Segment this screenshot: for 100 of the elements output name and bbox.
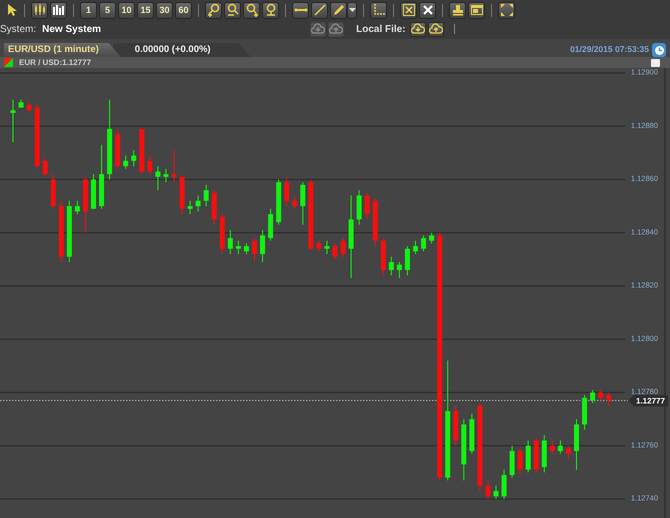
candlestick <box>502 469 507 500</box>
candlestick <box>590 389 596 404</box>
cloud-upload-icon <box>428 23 443 35</box>
clock-button[interactable] <box>652 43 666 57</box>
diagonal-line-button[interactable] <box>311 2 328 18</box>
zoom-out-icon <box>226 3 240 17</box>
candlestick <box>10 99 16 143</box>
candlestick <box>236 240 241 255</box>
candlestick <box>74 200 80 215</box>
candlestick <box>123 155 128 170</box>
candlestick <box>404 246 410 276</box>
zoom-reset-button[interactable] <box>262 2 279 18</box>
candlestick <box>131 150 136 167</box>
fullscreen-button[interactable] <box>498 2 515 18</box>
candlestick <box>284 176 290 207</box>
candlestick <box>340 238 346 258</box>
symbol-price-label: EUR / USD:1.12777 <box>19 58 92 67</box>
chart-tab[interactable]: 0.00000 (+0.00%) <box>112 43 251 57</box>
cloud-download-icon <box>410 23 425 35</box>
candlestick <box>510 445 515 478</box>
bar-chart-icon <box>52 3 66 17</box>
zoom-forward-button[interactable] <box>243 2 260 18</box>
boxed-x-button[interactable] <box>400 2 417 18</box>
boxed-x-icon <box>402 3 416 17</box>
timeframe-button[interactable]: 1 <box>80 2 97 18</box>
candlestick <box>364 192 370 220</box>
candlestick <box>396 262 402 279</box>
candlestick <box>332 242 338 260</box>
cloud-upload-icon <box>329 23 344 35</box>
pencil-icon <box>332 3 346 17</box>
dropdown-button[interactable] <box>347 2 357 18</box>
candlestick <box>244 242 249 255</box>
timeframe-button[interactable]: 5 <box>99 2 116 18</box>
timeframe-button[interactable]: 30 <box>156 2 173 18</box>
candlestick <box>316 240 322 252</box>
caret-icon <box>348 8 356 12</box>
candlestick <box>606 392 612 406</box>
zoom-out-button[interactable] <box>224 2 241 18</box>
candlestick <box>196 194 201 212</box>
candlestick-chart-icon <box>32 3 46 17</box>
candlestick <box>413 240 418 255</box>
axes-icon <box>372 3 386 17</box>
bar-chart-button[interactable] <box>50 2 67 18</box>
pointer-tool-button[interactable] <box>6 2 18 18</box>
candlestick <box>228 230 233 255</box>
candlestick <box>550 440 555 454</box>
close-button[interactable] <box>419 2 436 18</box>
download-button[interactable] <box>410 22 426 36</box>
diagonal-line-icon <box>312 3 326 17</box>
candlestick <box>42 158 48 178</box>
candlestick <box>485 480 490 500</box>
pencil-button[interactable] <box>330 2 347 18</box>
window-icon <box>470 3 484 17</box>
candlestick <box>494 485 498 500</box>
cloud-download-icon <box>311 23 326 35</box>
upload-button[interactable] <box>428 22 444 36</box>
candlestick <box>518 448 523 476</box>
fullscreen-icon <box>500 3 514 17</box>
candlestick <box>172 150 176 183</box>
candlestick <box>252 238 257 263</box>
timestamp: 01/29/2015 07:53:35 <box>570 44 649 54</box>
timeframe-button[interactable]: 10 <box>118 2 135 18</box>
candlestick <box>260 230 266 263</box>
candlestick <box>163 168 168 183</box>
candlestick <box>566 445 571 460</box>
clock-icon <box>654 44 664 56</box>
candlestick <box>388 256 394 276</box>
stamp-button[interactable] <box>449 2 466 18</box>
candlestick <box>188 200 193 215</box>
system-name: New System <box>42 24 102 34</box>
candlestick <box>526 440 531 473</box>
local-file-label: Local File: <box>356 24 406 34</box>
axes-button[interactable] <box>370 2 387 18</box>
candlestick <box>26 102 32 114</box>
candlestick <box>292 194 298 210</box>
candlestick <box>356 190 362 226</box>
symbol-flag-icon <box>4 58 13 67</box>
candlestick <box>147 155 152 175</box>
candlestick <box>421 234 426 252</box>
candlestick-chart-button[interactable] <box>31 2 48 18</box>
candlestick <box>204 184 209 207</box>
zoom-in-icon <box>206 3 220 17</box>
timeframe-button[interactable]: 15 <box>137 2 154 18</box>
candlestick <box>268 208 274 242</box>
stamp-icon <box>450 3 464 17</box>
minimize-button[interactable] <box>651 58 660 66</box>
chart-tab[interactable]: EUR/USD (1 minute) <box>4 43 121 57</box>
timeframe-button[interactable]: 60 <box>175 2 192 18</box>
current-price-tag: 1.12777 <box>628 394 668 406</box>
candlestick <box>324 240 330 255</box>
window-button[interactable] <box>468 2 485 18</box>
candlestick <box>598 389 604 401</box>
pointer-icon <box>6 3 18 17</box>
system-label: System: <box>0 24 36 34</box>
candlestick <box>558 440 563 454</box>
zoom-in-button[interactable] <box>205 2 222 18</box>
candlestick <box>155 166 160 191</box>
close-icon <box>420 3 434 17</box>
candlestick <box>429 232 434 244</box>
horizontal-line-button[interactable] <box>292 2 309 18</box>
